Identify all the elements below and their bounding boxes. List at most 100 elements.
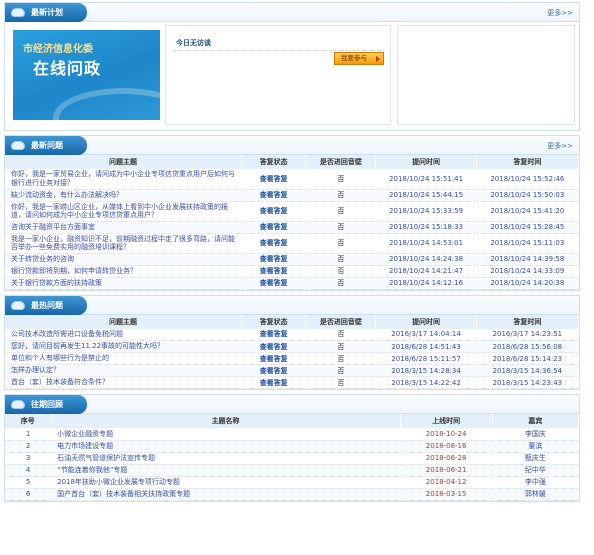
view-reply-link[interactable]: 查看答复 — [241, 189, 306, 202]
cloud-icon — [11, 8, 25, 17]
question-link[interactable]: 关于银行贷款方面的扶持政策 — [5, 277, 242, 290]
cloud-icon — [11, 400, 25, 409]
table-row: 4 “节能连着你我他”专题 2018-06-21 纪中华 — [5, 464, 579, 477]
join-button-label: 我要参与 — [341, 54, 367, 62]
col-reply-time: 答复时间 — [476, 314, 580, 329]
col-ask-time: 提问时间 — [375, 155, 477, 169]
reply-time: 2018/10/24 15:28:45 — [476, 221, 579, 234]
latest-plan-body: 市经济信息化委 在线问政 今日无访谈 我要参与 — [5, 22, 579, 130]
topic-link[interactable]: 电力市场建设专题 — [51, 440, 401, 453]
question-link[interactable]: 你好，我是一家崂山区企业，从媒体上看到中小企业发展扶持政策的报道，请问如何成为中… — [5, 201, 242, 222]
today-interview-text: 今日无访谈 — [176, 39, 211, 47]
question-link[interactable]: 单位和个人有哪些行为是禁止的 — [5, 352, 242, 365]
table-row: 缺少流动资金，有什么办法解决吗？ 查看答复 否 2018/10/24 15:44… — [5, 189, 579, 202]
table-row: 关于转贷业务的咨询 查看答复 否 2018/10/24 14:24:38 201… — [5, 253, 579, 266]
topic-link[interactable]: 2018年扶助小微企业发展专项行动专题 — [51, 476, 401, 489]
question-link[interactable]: 首台（套）技术装备符合条件？ — [5, 376, 242, 389]
row-number: 5 — [5, 476, 52, 489]
cloud-icon — [11, 141, 25, 150]
reply-time: 2018/10/24 15:41:20 — [476, 201, 579, 222]
view-reply-link[interactable]: 查看答复 — [241, 340, 306, 353]
view-reply-link[interactable]: 查看答复 — [241, 253, 306, 266]
view-reply-link[interactable]: 查看答复 — [241, 169, 306, 190]
question-link[interactable]: 你好，我是一家贸易企业，请问成为中小企业专项信贷重点用户后如何与银行进行业务对接… — [5, 169, 242, 190]
question-link[interactable]: 您好，请问目前再发生11.22事故的可能性大吗？ — [5, 340, 242, 353]
hot-questions-header: 最热问题 — [5, 295, 579, 315]
question-link[interactable]: 公司技术改造所需进口设备免税问题 — [5, 328, 242, 341]
latest-plan-tab: 最新计划 — [5, 3, 87, 22]
ask-time: 2018/6/28 14:51:43 — [375, 340, 477, 353]
view-reply-link[interactable]: 查看答复 — [241, 201, 306, 222]
question-link[interactable]: 银行贷款即将到期，如何申请转贷业务？ — [5, 265, 242, 278]
banner-line1: 市经济信息化委 — [23, 44, 93, 55]
view-reply-link[interactable]: 查看答复 — [241, 376, 306, 389]
view-reply-link[interactable]: 查看答复 — [241, 328, 306, 341]
view-reply-link[interactable]: 查看答复 — [241, 221, 306, 234]
latest-plan-more-link[interactable]: 更多>> — [547, 8, 573, 18]
arrow-right-icon — [376, 56, 380, 62]
question-link[interactable]: 怎样办理认定？ — [5, 364, 242, 377]
table-row: 我是一家小企业，融资知识不足，前期融资过程中走了很多弯路，请问能否举办一些免费实… — [5, 233, 579, 254]
reply-time: 2018/10/24 14:39:58 — [476, 253, 579, 266]
view-reply-link[interactable]: 查看答复 — [241, 277, 306, 290]
wall-value: 否 — [305, 233, 376, 254]
reply-time: 2018/3/15 14:36:54 — [476, 364, 579, 377]
col-topic: 问题主题 — [5, 314, 243, 329]
ask-time: 2018/10/24 14:53:01 — [375, 233, 477, 254]
topic-link[interactable]: 国产首台（套）技术装备相关扶持政策专题 — [51, 488, 401, 501]
wall-value: 否 — [305, 265, 376, 278]
past-review-section: 往期回顾 序号 主题名称 上线时间 嘉宾 1 小微企业融资专题 2018-10-… — [4, 394, 580, 502]
banner-line2: 在线问政 — [33, 59, 102, 78]
col-ask-time: 提问时间 — [375, 314, 477, 329]
past-review-header: 往期回顾 — [5, 395, 579, 414]
table-row: 银行贷款即将到期，如何申请转贷业务？ 查看答复 否 2018/10/24 14:… — [5, 265, 579, 278]
hot-questions-tab: 最热问题 — [5, 295, 87, 315]
table-row: 咨询关于融资平台方面事宜 查看答复 否 2018/10/24 15:18:33 … — [5, 221, 579, 234]
view-reply-link[interactable]: 查看答复 — [241, 352, 306, 365]
col-topic: 问题主题 — [5, 155, 243, 169]
view-reply-link[interactable]: 查看答复 — [241, 233, 306, 254]
question-link[interactable]: 缺少流动资金，有什么办法解决吗？ — [5, 189, 242, 202]
ask-time: 2018/10/24 15:44:15 — [375, 189, 477, 202]
join-button[interactable]: 我要参与 — [334, 52, 384, 65]
latest-questions-tab: 最新问题 — [5, 136, 87, 155]
topic-link[interactable]: “节能连着你我他”专题 — [51, 464, 401, 477]
reply-time: 2018/10/24 15:11:03 — [476, 233, 579, 254]
guest-name: 纪中华 — [492, 464, 579, 477]
view-reply-link[interactable]: 查看答复 — [241, 364, 306, 377]
topic-link[interactable]: 石油天然气管道保护法宣传专题 — [51, 452, 401, 465]
col-status: 答复状态 — [241, 155, 307, 169]
col-guest: 嘉宾 — [492, 414, 580, 428]
col-reply-time: 答复时间 — [476, 155, 580, 169]
banner-swirl — [53, 88, 160, 120]
question-link[interactable]: 我是一家小企业，融资知识不足，前期融资过程中走了很多弯路，请问能否举办一些免费实… — [5, 233, 242, 254]
topic-link[interactable]: 小微企业融资专题 — [51, 428, 401, 441]
col-wall: 是否进回音壁 — [305, 314, 377, 329]
view-reply-link[interactable]: 查看答复 — [241, 265, 306, 278]
table-row: 公司技术改造所需进口设备免税问题 查看答复 否 2016/3/17 14:04:… — [5, 328, 579, 341]
col-status: 答复状态 — [241, 314, 307, 329]
wall-value: 否 — [305, 328, 376, 341]
hot-questions-section: 最热问题 问题主题 答复状态 是否进回音壁 提问时间 答复时间 公司技术改造所需… — [4, 294, 580, 390]
table-row: 2 电力市场建设专题 2018-08-16 董滨 — [5, 440, 579, 453]
table-row: 6 国产首台（套）技术装备相关扶持政策专题 2018-03-15 郭林媛 — [5, 488, 579, 501]
table-row: 首台（套）技术装备符合条件？ 查看答复 否 2018/3/15 14:22:42… — [5, 376, 579, 389]
reply-time: 2016/3/17 14:23:51 — [476, 328, 579, 341]
wall-value: 否 — [305, 201, 376, 222]
guest-name: 李中强 — [492, 476, 579, 489]
latest-plan-section: 最新计划 更多>> 市经济信息化委 在线问政 今日无访谈 我要参与 — [4, 2, 580, 131]
hot-questions-table: 问题主题 答复状态 是否进回音壁 提问时间 答复时间 公司技术改造所需进口设备免… — [5, 314, 580, 389]
col-online-time: 上线时间 — [400, 414, 493, 428]
online-date: 2018-06-21 — [400, 464, 493, 477]
ask-time: 2018/3/15 14:22:42 — [375, 376, 477, 389]
past-review-title: 往期回顾 — [31, 400, 63, 409]
row-number: 4 — [5, 464, 52, 477]
question-link[interactable]: 关于转贷业务的咨询 — [5, 253, 242, 266]
col-number: 序号 — [5, 414, 52, 428]
question-link[interactable]: 咨询关于融资平台方面事宜 — [5, 221, 242, 234]
divider — [174, 50, 384, 51]
latest-questions-more-link[interactable]: 更多>> — [547, 141, 573, 151]
reply-time: 2018/3/15 14:23:43 — [476, 376, 579, 389]
online-consult-banner[interactable]: 市经济信息化委 在线问政 — [13, 30, 160, 120]
online-date: 2018-06-28 — [400, 452, 493, 465]
